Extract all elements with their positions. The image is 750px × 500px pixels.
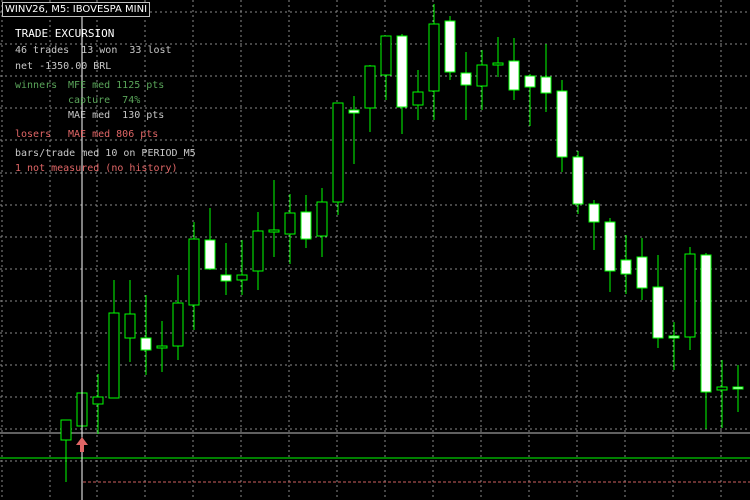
candle-bull: [492, 62, 504, 66]
winners-mae: MAE med 130 pts: [68, 110, 165, 121]
candle-bear: [540, 76, 552, 94]
candle-bull: [60, 419, 72, 441]
panel-heading: TRADE EXCURSION: [15, 27, 115, 40]
candle-bull: [476, 64, 488, 87]
candle-bull: [364, 65, 376, 109]
window-title: WINV26, M5: IBOVESPA MINI: [2, 2, 151, 17]
candle-bull: [188, 238, 200, 306]
candle-bear: [572, 156, 584, 205]
candle-bull: [284, 212, 296, 235]
winners-capture: capture 74%: [68, 95, 141, 106]
not-measured-note: 1 not measured (no history): [15, 163, 178, 174]
candle-bull: [332, 102, 344, 203]
candle-bull: [316, 201, 328, 237]
candle-bear: [204, 239, 216, 270]
candle-bear: [300, 211, 312, 240]
winners-mfe: MFE med 1125 pts: [68, 80, 165, 91]
candle-bear: [732, 386, 744, 390]
candle-bull: [684, 253, 696, 338]
candle-bear: [396, 35, 408, 108]
candle-bear: [524, 75, 536, 88]
losers-label: losers: [15, 129, 52, 140]
candle-bear: [620, 259, 632, 275]
candle-bear: [668, 335, 680, 339]
candle-bear: [556, 90, 568, 158]
candle-bull: [716, 386, 728, 391]
candle-bear: [604, 221, 616, 272]
price-chart[interactable]: [0, 0, 750, 500]
candle-bull: [412, 91, 424, 106]
candle-bull: [156, 345, 168, 349]
candle-bull: [380, 35, 392, 76]
candle-bear: [652, 286, 664, 339]
trades-summary: 46 trades 13 won 33 lost: [15, 45, 172, 56]
candle-bear: [444, 20, 456, 73]
candle-bull: [252, 230, 264, 272]
winners-label: winners: [15, 80, 58, 91]
candle-bull: [428, 23, 440, 92]
losers-mae: MAE med 806 pts: [68, 129, 159, 140]
candle-bull: [124, 313, 136, 339]
candle-bull: [108, 312, 120, 399]
buy-arrow-icon: [76, 437, 88, 452]
candle-bear: [220, 274, 232, 282]
candle-bear: [508, 60, 520, 91]
candle-bull: [236, 274, 248, 281]
candle-bull: [172, 302, 184, 347]
bars-per-trade: bars/trade med 10 on PERIOD_M5: [15, 148, 196, 159]
candle-bear: [588, 203, 600, 223]
chart-area[interactable]: [0, 0, 750, 500]
candle-bear: [700, 254, 712, 393]
candle-bear: [140, 337, 152, 351]
candle-bear: [348, 109, 360, 114]
candle-bear: [636, 256, 648, 289]
candle-bear: [460, 72, 472, 86]
candle-bull: [268, 229, 280, 233]
net-result: net -1350.00 BRL: [15, 61, 112, 72]
candle-bull: [92, 396, 104, 405]
